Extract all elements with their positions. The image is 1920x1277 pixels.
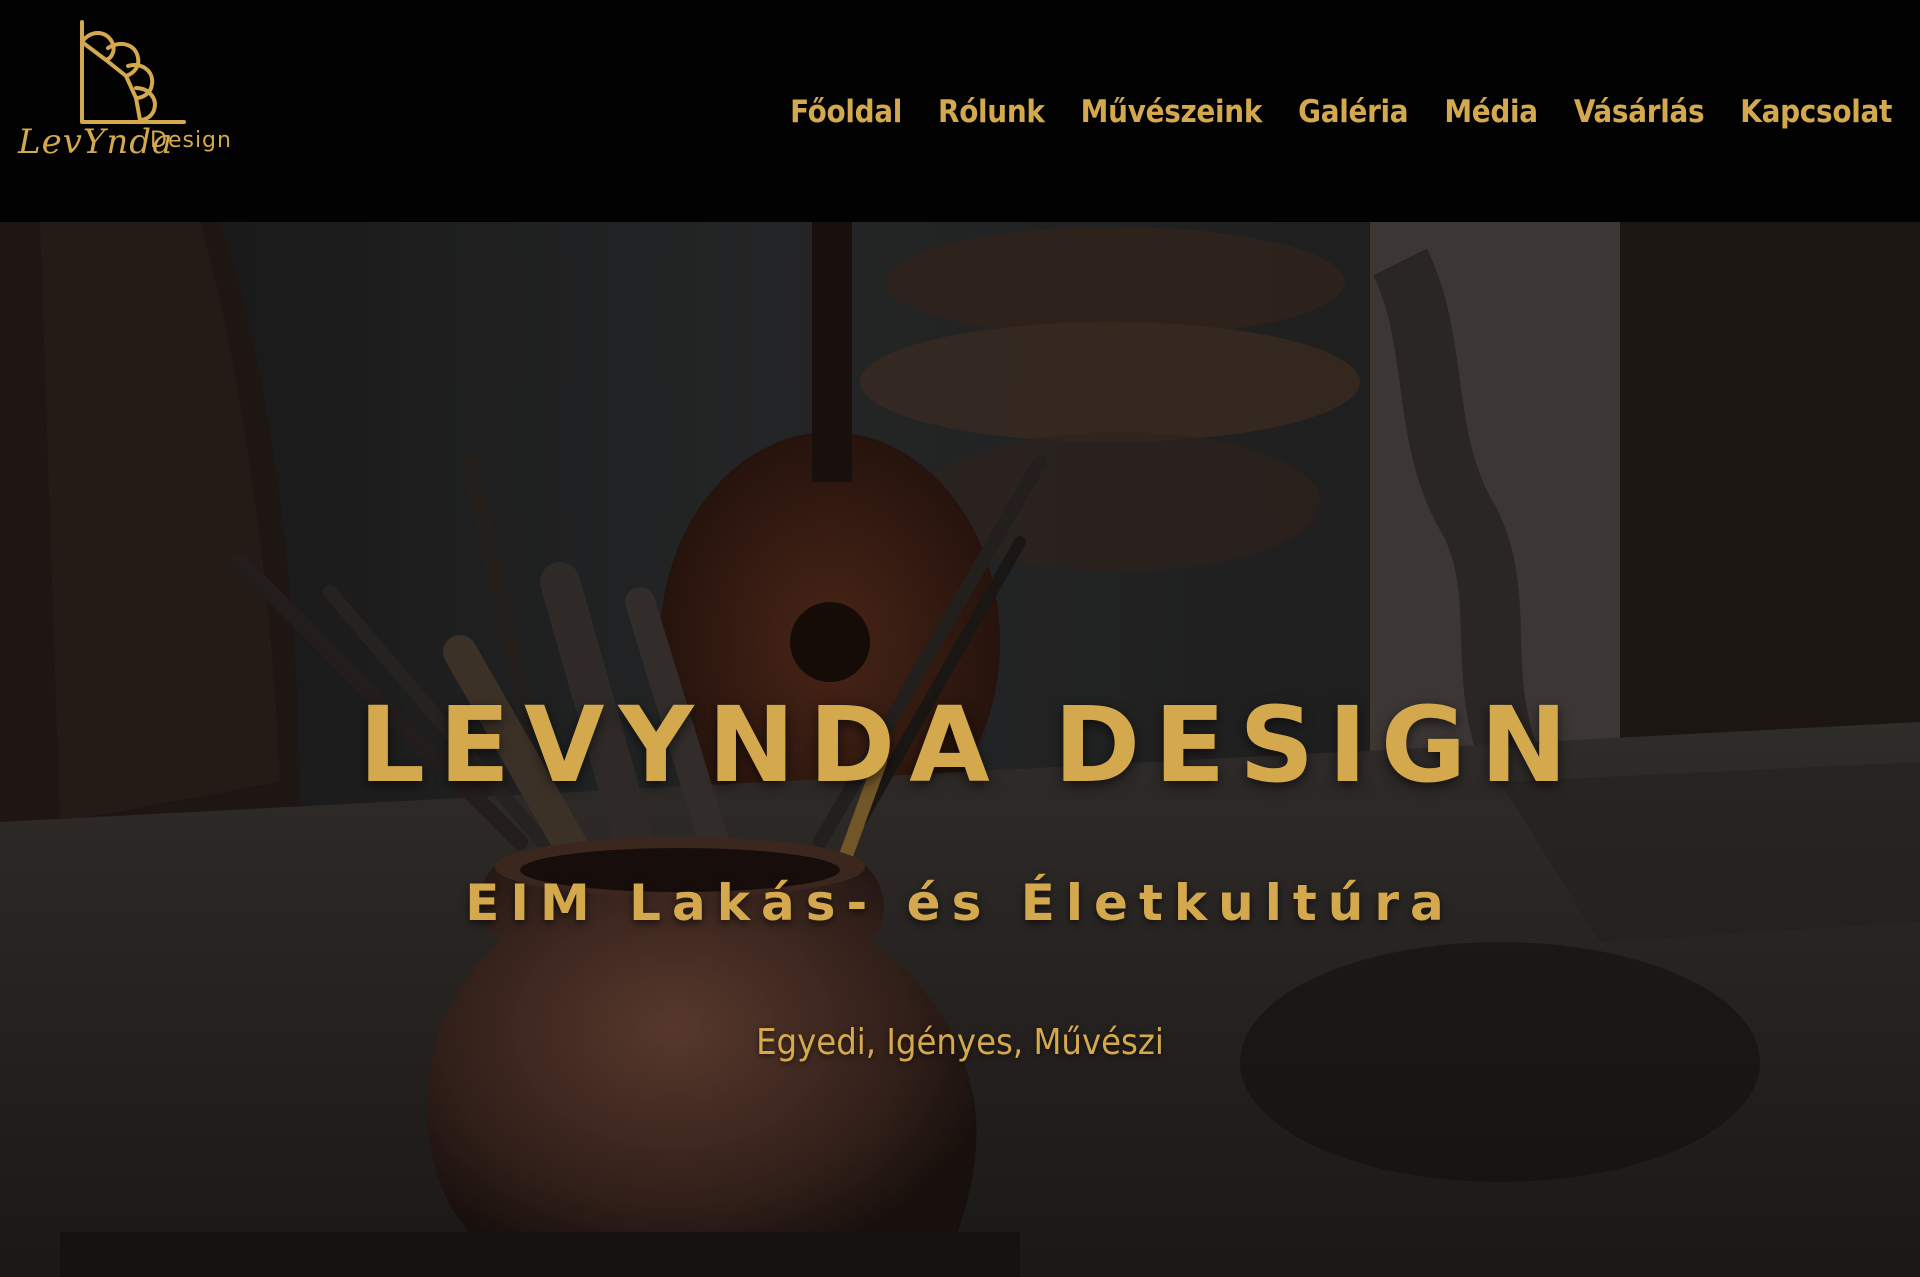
site-header: LevYnda Design Főoldal Rólunk Művészeink… [0,0,1920,222]
site-logo[interactable]: LevYnda Design [16,18,236,198]
nav-item-media[interactable]: Média [1444,94,1538,130]
nav-item-muveszeink[interactable]: Művészeink [1081,94,1263,130]
main-nav: Főoldal Rólunk Művészeink Galéria Média … [754,94,1892,130]
nav-item-galeria[interactable]: Galéria [1298,94,1409,130]
hero-tagline: Egyedi, Igényes, Művészi [756,1022,1164,1063]
nav-item-fooldal[interactable]: Főoldal [790,94,902,130]
nav-item-vasarlas[interactable]: Vásárlás [1574,94,1705,130]
logo-design-text: Design [150,128,232,153]
page: LevYnda Design Főoldal Rólunk Művészeink… [0,0,1920,1277]
hero-section: LEVYNDA DESIGN EIM Lakás- és Életkultúra… [0,222,1920,1277]
hero-subtitle: EIM Lakás- és Életkultúra [465,873,1455,932]
hero-title: LEVYNDA DESIGN [358,683,1582,806]
fan-shell-logo-icon [80,20,186,124]
nav-item-rolunk[interactable]: Rólunk [938,94,1045,130]
nav-item-kapcsolat[interactable]: Kapcsolat [1740,94,1892,130]
